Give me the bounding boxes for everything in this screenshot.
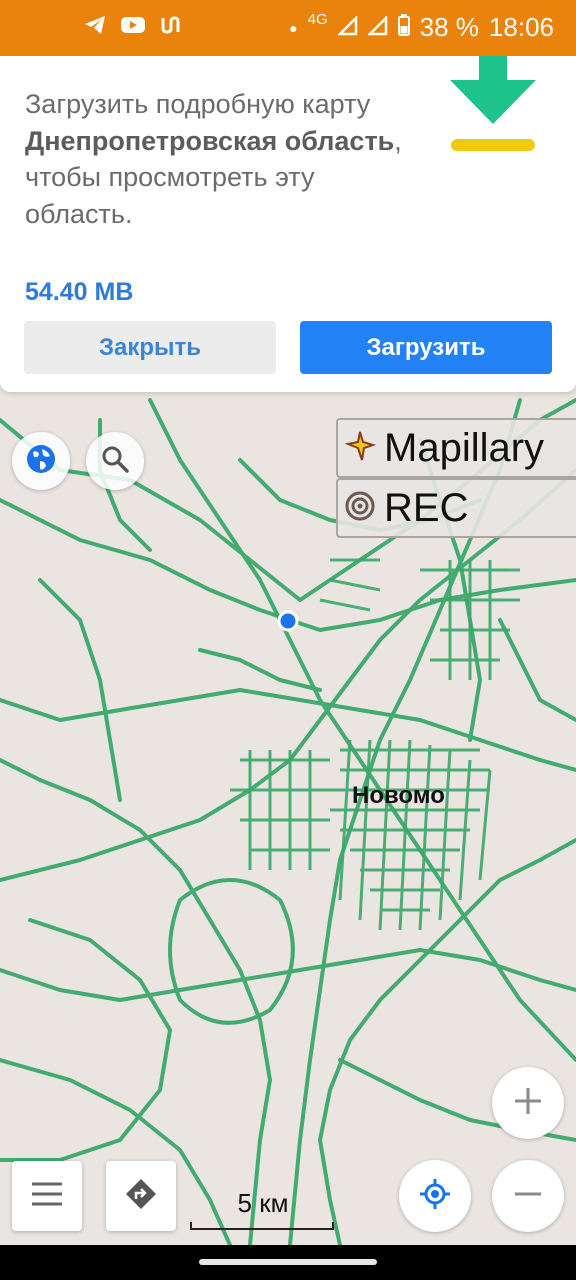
region-name: Днепропетровская область	[25, 125, 395, 156]
download-size: 54.40 MB	[25, 278, 134, 306]
globe-button[interactable]	[12, 432, 70, 490]
search-button[interactable]	[86, 432, 144, 490]
scale-bar	[190, 1228, 334, 1230]
current-location-dot	[277, 610, 299, 632]
directions-icon	[125, 1178, 157, 1215]
download-button[interactable]: Загрузить	[300, 321, 552, 374]
globe-icon	[26, 444, 56, 479]
plus-icon	[512, 1085, 544, 1122]
menu-button[interactable]	[12, 1161, 82, 1231]
zoom-in-button[interactable]	[492, 1067, 564, 1139]
layer-rec[interactable]: REC	[336, 478, 576, 538]
scale-tick-right	[332, 1222, 334, 1230]
battery-percent: 38 %	[419, 12, 479, 42]
mapillary-icon	[344, 430, 377, 467]
layer-label: REC	[384, 485, 469, 530]
clock: 18:06	[488, 12, 554, 42]
menu-icon	[31, 1181, 63, 1212]
home-handle[interactable]	[199, 1259, 377, 1265]
download-map-banner: Загрузить подробную карту Днепропетровск…	[0, 56, 576, 392]
scale-label: 5 км	[237, 1188, 289, 1218]
telegram-icon	[84, 15, 106, 40]
dot-icon: ●	[289, 19, 298, 36]
close-button[interactable]: Закрыть	[24, 321, 276, 374]
download-arrow-icon	[448, 56, 538, 161]
minus-icon	[512, 1178, 544, 1215]
city-label: Новомо	[352, 782, 445, 809]
battery-icon	[397, 12, 410, 43]
app-icon	[160, 14, 180, 41]
layer-mapillary[interactable]: Mapillary	[336, 418, 576, 478]
youtube-icon	[120, 15, 146, 40]
zoom-out-button[interactable]	[492, 1160, 564, 1232]
status-bar: ● 4G 38 % 18:06	[0, 0, 576, 56]
record-icon	[344, 490, 376, 527]
search-icon	[100, 444, 130, 479]
layer-label: Mapillary	[384, 425, 545, 470]
my-location-button[interactable]	[399, 1160, 471, 1232]
network-type: 4G	[307, 11, 328, 28]
signal-icon	[336, 12, 358, 43]
system-nav-bar	[0, 1245, 576, 1280]
map-scale: 5 км	[190, 1188, 336, 1232]
my-location-icon	[419, 1178, 451, 1215]
download-message: Загрузить подробную карту Днепропетровск…	[25, 89, 402, 229]
directions-button[interactable]	[106, 1161, 176, 1231]
signal-icon-2	[366, 12, 388, 43]
